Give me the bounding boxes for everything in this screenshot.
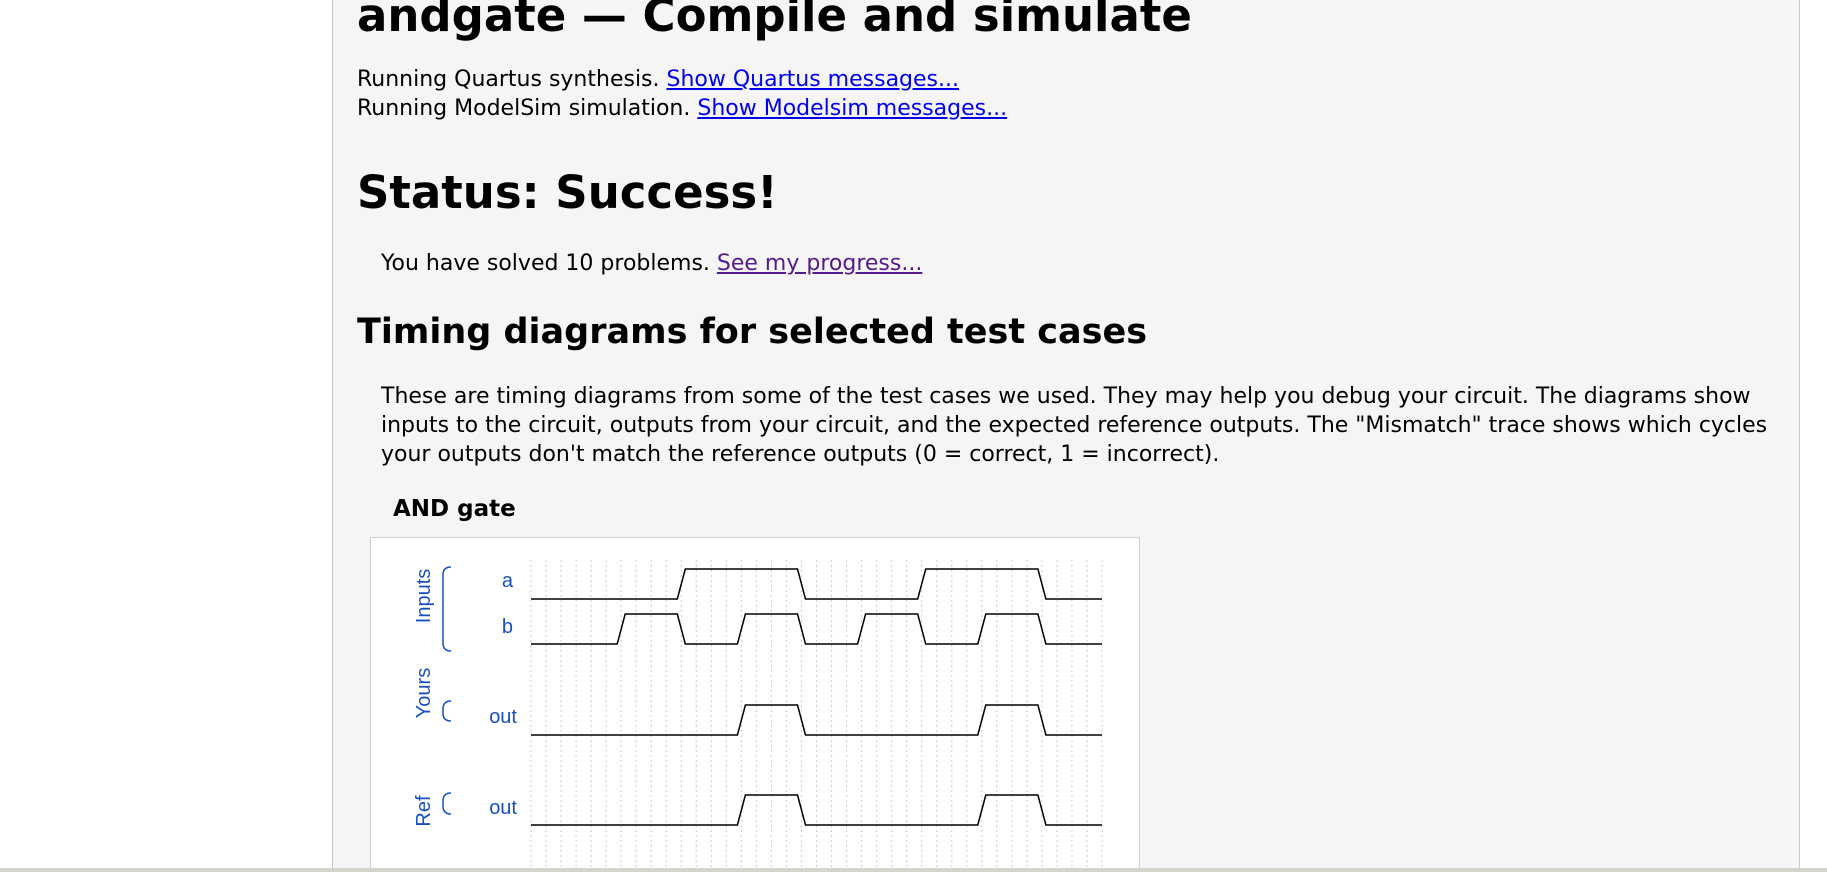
solved-count-text: You have solved 10 problems. [381, 251, 710, 276]
timing-diagrams-heading: Timing diagrams for selected test cases [357, 312, 1148, 352]
group-label-yours: Yours [413, 668, 435, 718]
group-ref: Ref out [413, 792, 1102, 827]
brace-ref [442, 792, 452, 815]
modelsim-status-text: Running ModelSim simulation. [357, 96, 691, 121]
group-label-ref: Ref [413, 795, 435, 827]
status-heading: Status: Success! [357, 166, 778, 219]
see-progress-link[interactable]: See my progress... [717, 251, 922, 276]
quartus-status-text: Running Quartus synthesis. [357, 67, 660, 92]
group-inputs: Inputs a b [413, 566, 1102, 652]
signal-label-b: b [502, 616, 513, 638]
timing-description: These are timing diagrams from some of t… [381, 384, 1768, 467]
brace-inputs [442, 566, 452, 652]
brace-yours [442, 700, 452, 722]
signal-label-ref-out: out [489, 797, 517, 819]
solved-count: You have solved 10 problems. See my prog… [381, 250, 922, 278]
timing-diagram: Inputs a b Yours out Ref out [370, 537, 1140, 868]
waveform-b [531, 613, 1102, 645]
diagram-grid [530, 560, 1103, 868]
timing-diagram-svg: Inputs a b Yours out Ref out [413, 560, 1103, 868]
diagram-title: AND gate [393, 496, 516, 522]
page-title: andgate — Compile and simulate [357, 0, 1192, 42]
modelsim-status: Running ModelSim simulation. Show Models… [357, 95, 1007, 123]
main-content: andgate — Compile and simulate Running Q… [332, 0, 1800, 868]
group-yours: Yours out [413, 668, 1102, 736]
waveform-a [531, 568, 1102, 600]
signal-label-yours-out: out [489, 706, 517, 728]
signal-label-a: a [502, 570, 514, 592]
window-bottom-edge [0, 868, 1827, 872]
show-modelsim-messages-link[interactable]: Show Modelsim messages... [697, 96, 1007, 121]
show-quartus-messages-link[interactable]: Show Quartus messages... [667, 67, 959, 92]
quartus-status: Running Quartus synthesis. Show Quartus … [357, 66, 959, 94]
group-label-inputs: Inputs [413, 569, 435, 623]
